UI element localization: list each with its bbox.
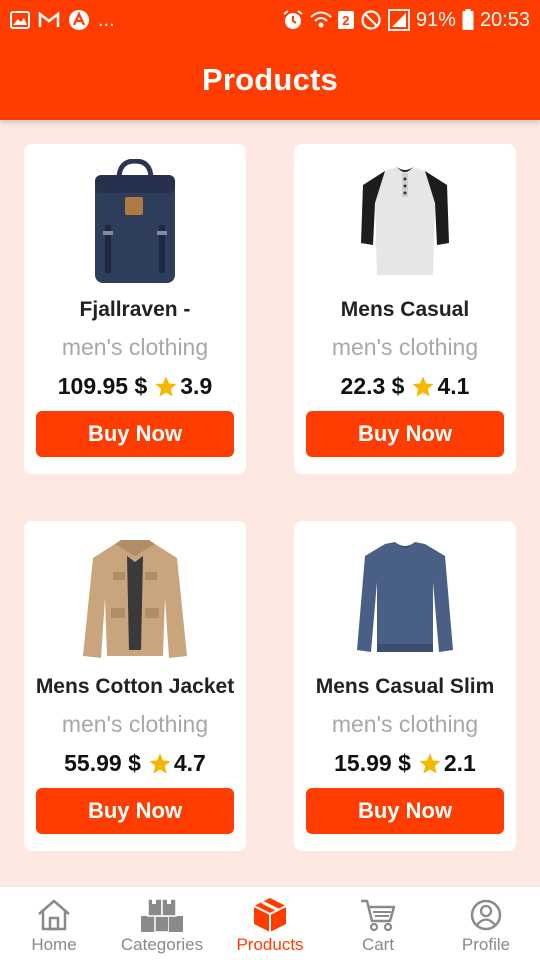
product-title: Mens Cotton Jacket <box>35 675 235 698</box>
gallery-icon <box>10 11 30 29</box>
buy-now-button[interactable]: Buy Now <box>36 788 234 834</box>
product-category: men's clothing <box>331 711 479 737</box>
product-grid: Fjallraven - men's clothing 109.95 $ 3.9… <box>0 120 540 886</box>
product-title: Mens Casual <box>340 298 470 321</box>
sweater-image <box>294 531 516 669</box>
product-category: men's clothing <box>61 334 209 360</box>
buy-now-button[interactable]: Buy Now <box>36 411 234 457</box>
clock: 20:53 <box>479 8 530 31</box>
product-title: Mens Casual Slim <box>315 675 495 698</box>
nav-categories-label: Categories <box>120 935 204 954</box>
product-card[interactable]: Mens Casual Slim men's clothing 15.99 $ … <box>294 521 516 851</box>
backpack-image <box>24 154 246 292</box>
star-icon <box>154 375 178 399</box>
gmail-icon <box>38 11 60 29</box>
product-rating: 3.9 <box>180 373 213 399</box>
battery-percent: 91% <box>415 8 456 31</box>
buy-now-button[interactable]: Buy Now <box>306 788 504 834</box>
nav-cart-label: Cart <box>361 935 395 954</box>
cart-icon <box>359 895 397 935</box>
box-icon <box>252 895 288 935</box>
nav-cart[interactable]: Cart <box>324 887 432 960</box>
wifi-call-icon <box>310 10 332 30</box>
product-title: Fjallraven - <box>79 298 191 321</box>
signal-icon <box>388 9 410 31</box>
price-rating-row: 22.3 $ 4.1 <box>341 373 470 400</box>
nav-profile[interactable]: Profile <box>432 887 540 960</box>
more-notifications: ... <box>98 8 115 31</box>
product-category: men's clothing <box>331 334 479 360</box>
star-icon <box>148 752 172 776</box>
product-rating: 4.1 <box>437 373 470 399</box>
shirt-image <box>294 154 516 292</box>
nav-categories[interactable]: Categories <box>108 887 216 960</box>
nav-profile-label: Profile <box>461 935 511 954</box>
app-notification-icon <box>68 9 90 31</box>
product-rating: 4.7 <box>173 750 206 776</box>
star-icon <box>418 752 442 776</box>
jacket-image <box>24 531 246 669</box>
alarm-icon <box>282 9 304 31</box>
product-rating: 2.1 <box>443 750 476 776</box>
product-price: 15.99 $ <box>334 750 411 776</box>
nav-products[interactable]: Products <box>216 887 324 960</box>
price-rating-row: 15.99 $ 2.1 <box>334 750 476 777</box>
profile-icon <box>469 895 503 935</box>
product-card[interactable]: Fjallraven - men's clothing 109.95 $ 3.9… <box>24 144 246 474</box>
do-not-disturb-icon <box>360 9 382 31</box>
product-card[interactable]: Mens Casual men's clothing 22.3 $ 4.1 Bu… <box>294 144 516 474</box>
product-price: 109.95 $ <box>57 373 148 399</box>
boxes-icon <box>140 895 184 935</box>
page-title: Products <box>202 62 338 97</box>
price-rating-row: 55.99 $ 4.7 <box>64 750 206 777</box>
product-card[interactable]: Mens Cotton Jacket men's clothing 55.99 … <box>24 521 246 851</box>
product-price: 22.3 $ <box>340 373 405 399</box>
notification-count-badge: 2 <box>337 11 354 29</box>
bottom-navigation: Home Categories Products Cart Profile <box>0 886 540 960</box>
status-bar: ... 2 91% 20:53 <box>0 0 540 40</box>
buy-now-button[interactable]: Buy Now <box>306 411 504 457</box>
nav-products-label: Products <box>236 935 304 954</box>
price-rating-row: 109.95 $ 3.9 <box>58 373 213 400</box>
app-header: Products <box>0 40 540 120</box>
nav-home[interactable]: Home <box>0 887 108 960</box>
product-category: men's clothing <box>61 711 209 737</box>
product-price: 55.99 $ <box>64 750 141 776</box>
home-icon <box>36 895 72 935</box>
star-icon <box>411 375 435 399</box>
nav-home-label: Home <box>31 935 77 954</box>
battery-icon <box>462 9 474 31</box>
